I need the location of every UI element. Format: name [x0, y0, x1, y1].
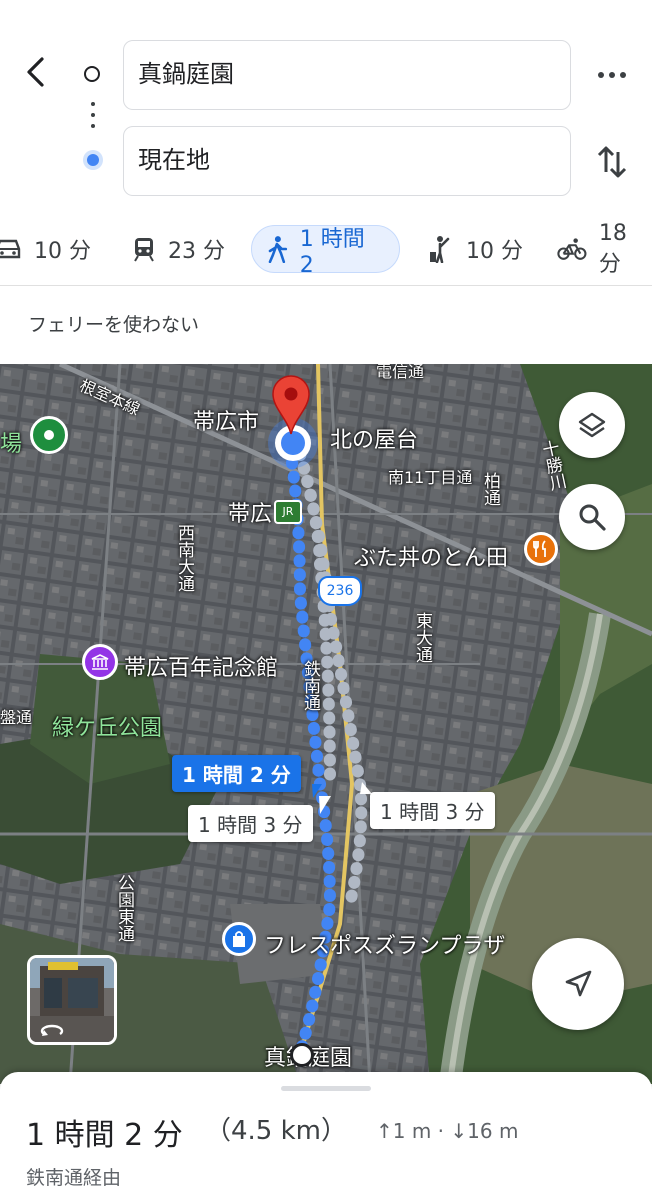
shopping-pin-icon[interactable]	[222, 922, 256, 956]
map-label-jo: 場	[0, 432, 23, 457]
street-view-image	[30, 958, 114, 1042]
origin-marker	[290, 1043, 314, 1067]
route-via: 鉄南通経由	[26, 1167, 122, 1189]
train-icon	[134, 238, 154, 262]
tab-rideshare[interactable]: 10 分	[428, 225, 523, 273]
map-label-obihiro: 帯広	[228, 502, 273, 527]
route-badge-alt-1[interactable]: 1 時間 3 分	[188, 805, 313, 842]
sheet-drag-handle[interactable]	[281, 1086, 371, 1091]
destination-input[interactable]: 現在地	[123, 126, 571, 196]
map-label-obihiro-city: 帯広市	[193, 410, 260, 435]
map-label-koen-higashi: 公園東通	[114, 874, 134, 942]
layers-button[interactable]	[559, 392, 625, 458]
map-label-tetsunan: 鉄南通	[300, 660, 320, 711]
tab-bike[interactable]: 18 分	[557, 221, 652, 277]
tab-transit[interactable]: 23 分	[132, 225, 225, 273]
route-dots-icon	[91, 102, 95, 132]
map-label-bandori: 盤通	[0, 708, 33, 727]
tab-rideshare-label: 10 分	[466, 239, 523, 264]
route-duration: 1 時間 2 分	[26, 1118, 183, 1153]
tab-car[interactable]: 10 分	[0, 225, 91, 273]
swap-vertical-icon	[597, 146, 627, 178]
map-label-higashi: 東大通	[412, 612, 432, 663]
swap-button[interactable]	[594, 142, 630, 182]
restaurant-pin-icon[interactable]	[524, 532, 558, 566]
park-pin-icon[interactable]	[30, 416, 68, 454]
ride-icon	[430, 236, 450, 263]
tab-bike-label: 18 分	[598, 220, 627, 277]
more-options-button[interactable]	[596, 62, 628, 88]
avoid-ferry-option[interactable]: フェリーを使わない	[28, 310, 199, 337]
map-label-butadon: ぶた丼のとん田	[354, 546, 509, 571]
street-view-thumbnail[interactable]	[27, 955, 117, 1045]
map-label-centennial-hall: 帯広百年記念館	[124, 656, 279, 681]
museum-pin-icon[interactable]	[82, 644, 118, 680]
map-label-minami11: 南11丁目通	[388, 468, 473, 487]
route-badge-alt-2[interactable]: 1 時間 3 分	[370, 792, 495, 829]
more-horiz-icon	[598, 72, 626, 78]
navigation-button[interactable]	[532, 938, 624, 1030]
route-distance: （4.5 km）	[205, 1116, 347, 1146]
back-button[interactable]	[20, 55, 54, 89]
map-label-fres-plaza: フレスポスズランプラザ	[264, 934, 506, 959]
route-summary-sheet[interactable]: 1 時間 2 分 （4.5 km） ↑1 m · ↓16 m 鉄南通経由	[0, 1072, 652, 1200]
back-arrow-icon	[27, 57, 44, 87]
origin-circle-icon	[84, 66, 100, 82]
directions-header: 真鍋庭園 現在地 10 分 23 分 1 時間 2 10 分 18 分	[0, 0, 652, 285]
layers-icon	[578, 412, 606, 438]
navigation-arrow-icon	[565, 970, 592, 997]
walk-icon	[268, 236, 288, 263]
map-label-kashiwa: 柏通	[480, 472, 500, 506]
route-badge-primary[interactable]: 1 時間 2 分	[172, 755, 301, 792]
tab-walk[interactable]: 1 時間 2	[251, 225, 400, 278]
map-search-button[interactable]	[559, 484, 625, 550]
header-divider	[0, 285, 652, 286]
destination-pin-icon	[272, 375, 310, 435]
current-location-dot-icon	[83, 150, 103, 170]
bike-icon	[557, 238, 587, 260]
map-label-kita-no-yatai: 北の屋台	[330, 428, 419, 453]
tab-car-label: 10 分	[34, 239, 91, 264]
origin-input[interactable]: 真鍋庭園	[123, 40, 571, 110]
search-icon	[579, 504, 606, 531]
jr-station-icon: JR	[274, 500, 302, 524]
tab-walk-label: 1 時間 2	[299, 226, 365, 278]
map-label-denshin: 電信通	[376, 364, 425, 381]
travel-mode-tabs: 10 分 23 分 1 時間 2 10 分 18 分	[0, 221, 652, 278]
map-view[interactable]: 根室本線 電信通 帯広市 北の屋台 南11丁目通 柏通 十勝川 帯広 JR 西南…	[0, 364, 652, 1084]
car-icon	[0, 239, 21, 259]
route-elevation: ↑1 m · ↓16 m	[376, 1119, 519, 1143]
tab-transit-label: 23 分	[168, 239, 225, 264]
map-label-seinan: 西南大通	[174, 524, 194, 592]
map-label-midorigaoka: 緑ケ丘公園	[52, 716, 163, 741]
route-236-shield: 236	[318, 576, 362, 606]
